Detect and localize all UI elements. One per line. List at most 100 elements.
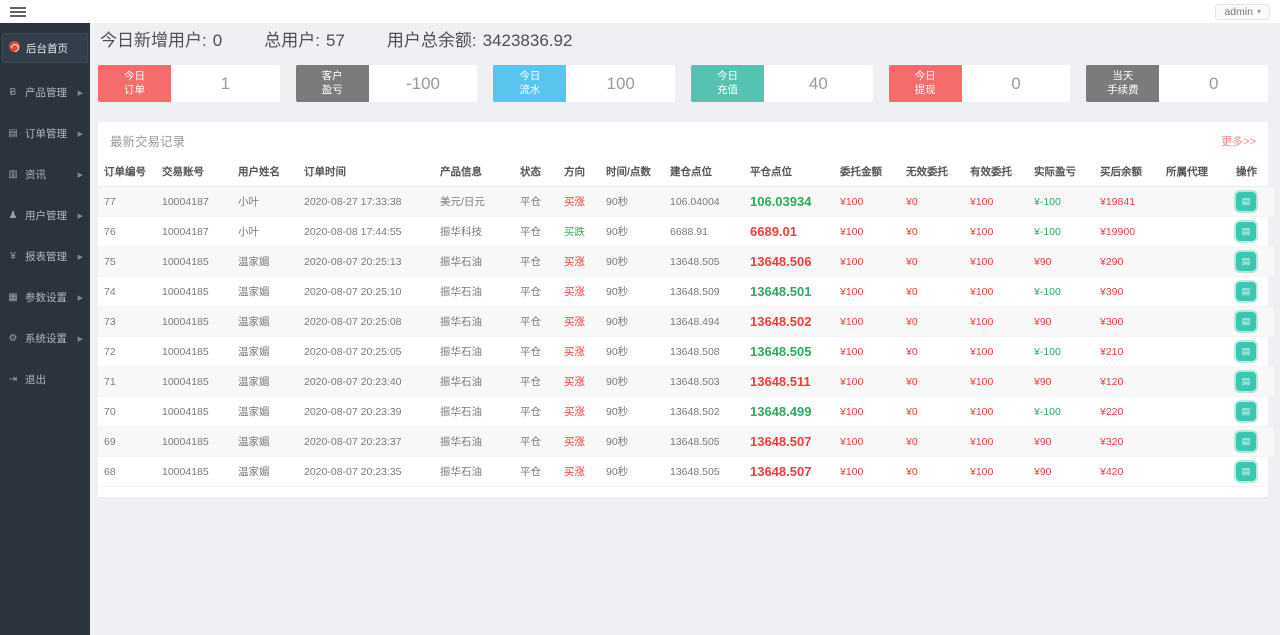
- cell-order-time: 2020-08-07 20:23:39: [298, 396, 434, 427]
- cell-profit: ¥90: [1028, 366, 1094, 397]
- table-row: 68 10004185 温家媚 2020-08-07 20:23:35 振华石油 平仓 买涨…: [98, 456, 1274, 487]
- cell-valid: ¥100: [964, 186, 1028, 217]
- cell-operation: ▤: [1230, 306, 1274, 337]
- cell-direction: 买涨: [558, 246, 600, 277]
- cell-close-point: 13648.507: [744, 456, 834, 487]
- cell-valid: ¥100: [964, 426, 1028, 457]
- order-detail-icon[interactable]: ▤: [1236, 342, 1256, 361]
- stats-summary: 今日新增用户: 0 总用户: 57 用户总余额: 3423836.92: [100, 26, 1268, 51]
- chevron-right-icon: ▶: [77, 253, 83, 261]
- cell-status: 平仓: [514, 456, 558, 487]
- cell-account: 10004185: [156, 276, 232, 307]
- stat-value: 3423836.92: [482, 31, 573, 50]
- cell-close-point: 13648.507: [744, 426, 834, 457]
- cell-product: 振华石油: [434, 366, 514, 397]
- cell-invalid: ¥0: [900, 336, 964, 367]
- cell-agent: [1160, 336, 1230, 367]
- sidebar-item-users[interactable]: ♟ 用户管理 ▶: [0, 202, 90, 229]
- cell-invalid: ¥0: [900, 366, 964, 397]
- stat-label: 今日新增用户:: [100, 31, 207, 50]
- column-header: 方向: [558, 159, 600, 187]
- order-detail-icon[interactable]: ▤: [1236, 432, 1256, 451]
- cell-status: 平仓: [514, 216, 558, 247]
- cell-operation: ▤: [1230, 456, 1274, 487]
- table-row: 69 10004185 温家媚 2020-08-07 20:23:37 振华石油 平仓 买涨…: [98, 426, 1274, 457]
- card-label: 今日 提现: [888, 65, 962, 102]
- cell-order-id: 69: [98, 426, 156, 457]
- cell-balance: ¥210: [1094, 336, 1160, 367]
- cell-account: 10004185: [156, 336, 232, 367]
- dashboard-icon: [8, 41, 20, 55]
- order-detail-icon[interactable]: ▤: [1236, 192, 1256, 211]
- cell-profit: ¥-100: [1028, 276, 1094, 307]
- sidebar-item-products[interactable]: Ƀ 产品管理 ▶: [0, 79, 90, 106]
- user-menu[interactable]: admin ▾: [1215, 3, 1270, 20]
- cell-open-point: 13648.503: [664, 366, 744, 397]
- cell-username: 温家媚: [232, 336, 298, 367]
- cell-operation: ▤: [1230, 426, 1274, 457]
- sidebar-item-logout[interactable]: ⇥ 退出: [0, 366, 90, 393]
- sidebar-item-label: 报表管理: [25, 251, 67, 263]
- cell-profit: ¥-100: [1028, 216, 1094, 247]
- table-row: 76 10004187 小叶 2020-08-08 17:44:55 振华科技 平仓 买跌 9…: [98, 216, 1274, 247]
- sidebar-item-params[interactable]: ▦ 参数设置 ▶: [0, 284, 90, 311]
- card-value: 100: [566, 65, 676, 102]
- cell-account: 10004185: [156, 456, 232, 487]
- order-detail-icon[interactable]: ▤: [1236, 312, 1256, 331]
- cell-order-time: 2020-08-07 20:25:08: [298, 306, 434, 337]
- sidebar-item-reports[interactable]: ¥ 报表管理 ▶: [0, 243, 90, 270]
- cell-balance: ¥220: [1094, 396, 1160, 427]
- cell-agent: [1160, 426, 1230, 457]
- order-detail-icon[interactable]: ▤: [1236, 462, 1256, 481]
- cell-valid: ¥100: [964, 336, 1028, 367]
- cell-order-id: 70: [98, 396, 156, 427]
- column-header: 订单时间: [298, 159, 434, 187]
- cell-duration: 90秒: [600, 306, 664, 337]
- trades-table: 订单编号 交易账号 用户姓名 订单时间 产品信息 状态 方向 时间/点数 建仓点位 平仓点位 委托金…: [98, 159, 1274, 487]
- card-customer-pnl: 客户 盈亏 -100: [295, 65, 478, 102]
- cell-open-point: 106.04004: [664, 186, 744, 217]
- cell-status: 平仓: [514, 336, 558, 367]
- table-row: 71 10004185 温家媚 2020-08-07 20:23:40 振华石油 平仓 买涨…: [98, 366, 1274, 397]
- menu-toggle-icon[interactable]: [10, 5, 26, 19]
- card-today-flow: 今日 流水 100: [493, 65, 676, 102]
- cell-direction: 买跌: [558, 216, 600, 247]
- stat-0: 今日新增用户: 0: [100, 26, 222, 51]
- sidebar-item-home[interactable]: 后台首页: [2, 33, 88, 63]
- sidebar-item-news[interactable]: ▥ 资讯 ▶: [0, 161, 90, 188]
- cell-profit: ¥90: [1028, 246, 1094, 277]
- cell-account: 10004185: [156, 306, 232, 337]
- chevron-right-icon: ▶: [77, 294, 83, 302]
- cell-amount: ¥100: [834, 186, 900, 217]
- order-detail-icon[interactable]: ▤: [1236, 402, 1256, 421]
- more-link[interactable]: 更多>>: [1221, 133, 1256, 149]
- cell-amount: ¥100: [834, 306, 900, 337]
- cell-profit: ¥90: [1028, 456, 1094, 487]
- cell-open-point: 13648.505: [664, 246, 744, 277]
- order-detail-icon[interactable]: ▤: [1236, 282, 1256, 301]
- cell-direction: 买涨: [558, 186, 600, 217]
- column-header: 买后余额: [1094, 159, 1160, 187]
- sidebar-item-system[interactable]: ⚙ 系统设置 ▶: [0, 325, 90, 352]
- sidebar-item-orders[interactable]: ▤ 订单管理 ▶: [0, 120, 90, 147]
- cell-username: 温家媚: [232, 456, 298, 487]
- card-today-withdraw: 今日 提现 0: [888, 65, 1071, 102]
- order-detail-icon[interactable]: ▤: [1236, 252, 1256, 271]
- cell-product: 振华石油: [434, 246, 514, 277]
- cell-invalid: ¥0: [900, 186, 964, 217]
- order-detail-icon[interactable]: ▤: [1236, 372, 1256, 391]
- cell-invalid: ¥0: [900, 456, 964, 487]
- card-label: 今日 流水: [493, 65, 567, 102]
- cell-duration: 90秒: [600, 366, 664, 397]
- order-detail-icon[interactable]: ▤: [1236, 222, 1256, 241]
- cell-amount: ¥100: [834, 366, 900, 397]
- cell-product: 振华石油: [434, 456, 514, 487]
- chevron-right-icon: ▶: [77, 89, 83, 97]
- table-row: 70 10004185 温家媚 2020-08-07 20:23:39 振华石油 平仓 买涨…: [98, 396, 1274, 427]
- card-today-fee: 当天 手续费 0: [1086, 65, 1269, 102]
- cell-username: 温家媚: [232, 396, 298, 427]
- table-row: 75 10004185 温家媚 2020-08-07 20:25:13 振华石油 平仓 买涨…: [98, 246, 1274, 277]
- chevron-right-icon: ▶: [77, 130, 83, 138]
- cell-operation: ▤: [1230, 366, 1274, 397]
- cell-product: 振华石油: [434, 396, 514, 427]
